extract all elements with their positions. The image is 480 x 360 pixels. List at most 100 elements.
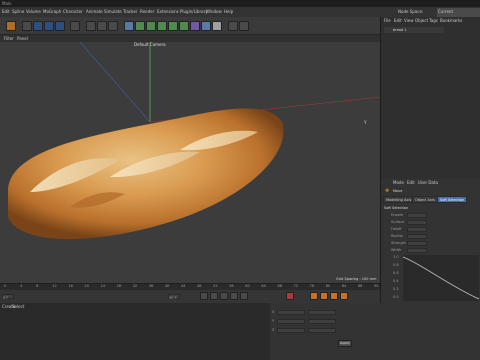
timeline-tick-label: 40 xyxy=(164,284,170,288)
am-user-data-menu[interactable]: User Data xyxy=(418,179,438,187)
coord-x-size[interactable] xyxy=(308,310,336,315)
coord-y-size[interactable] xyxy=(308,319,336,324)
timeline-tick-label: 24 xyxy=(100,284,105,288)
viewport-filter-menu[interactable]: Filter xyxy=(4,35,14,42)
scale-key-icon[interactable] xyxy=(340,292,348,300)
select-menu[interactable]: Select xyxy=(12,303,24,311)
tab-object-axis[interactable]: Object Axis xyxy=(412,196,438,203)
am-edit-menu[interactable]: Edit xyxy=(407,179,415,187)
menu-help[interactable]: Help xyxy=(224,7,233,17)
end-frame-field[interactable]: 90 F xyxy=(168,294,180,300)
next-key-icon[interactable] xyxy=(230,292,238,300)
menu-edit[interactable]: Edit xyxy=(2,7,10,17)
viewport[interactable]: Default Camera Y Grid Spacing : 100 mm xyxy=(0,42,380,283)
subdivision-icon[interactable] xyxy=(146,21,156,31)
timeline-tick-label: 84 xyxy=(341,284,347,288)
menu-tracker[interactable]: Tracker xyxy=(123,7,137,17)
go-to-start-icon[interactable] xyxy=(200,292,208,300)
graph-tick-label: 1.0 xyxy=(393,255,399,259)
enable-field[interactable] xyxy=(407,213,427,218)
undo-icon[interactable] xyxy=(22,21,32,31)
camera-icon[interactable] xyxy=(201,21,211,31)
viewport-menu: Filter Panel xyxy=(0,35,380,42)
menu-spline[interactable]: Spline xyxy=(12,7,24,17)
object-name[interactable]: bread 1 xyxy=(393,27,406,33)
om-bookmarks-menu[interactable]: Bookmarks xyxy=(440,17,462,25)
graph-tick-label: 0.6 xyxy=(393,271,399,275)
record-icon[interactable] xyxy=(286,292,294,300)
menu-character[interactable]: Character xyxy=(63,7,83,17)
om-edit-menu[interactable]: Edit xyxy=(394,17,402,25)
timeline-tick-label: 32 xyxy=(132,284,138,288)
coord-z-position[interactable] xyxy=(277,328,305,333)
timeline-tick-label: 52 xyxy=(213,284,218,288)
viewport-camera-label[interactable]: Default Camera xyxy=(134,42,166,47)
cloner-icon[interactable] xyxy=(157,21,167,31)
apply-button[interactable]: Apply xyxy=(338,340,352,347)
menu-extensions[interactable]: Extensions xyxy=(157,7,179,17)
timeline-tick-label: 0 xyxy=(4,284,7,288)
om-object-menu[interactable]: Object xyxy=(415,17,428,25)
title-bar: Main xyxy=(0,0,480,7)
position-key-icon[interactable] xyxy=(320,292,328,300)
menu-mograph[interactable]: MoGraph xyxy=(43,7,61,17)
coordinate-system-icon[interactable] xyxy=(70,21,80,31)
menu-animate[interactable]: Animate xyxy=(86,7,103,17)
menu-render[interactable]: Render xyxy=(140,7,154,17)
play-icon[interactable] xyxy=(220,292,228,300)
viewport-panel-menu[interactable]: Panel xyxy=(17,35,28,42)
attribute-manager: Mode Edit User Data ✥ Move Modelling Axi… xyxy=(380,179,480,303)
coord-z-size[interactable] xyxy=(308,328,336,333)
am-mode-menu[interactable]: Mode xyxy=(393,179,404,187)
field-label-strength: Strength xyxy=(391,241,407,245)
pen-icon[interactable] xyxy=(135,21,145,31)
x-axis-lock-icon[interactable] xyxy=(33,21,43,31)
timeline-tick-label: 28 xyxy=(116,284,122,288)
tab-soft-selection[interactable]: Soft Selection xyxy=(437,196,468,203)
previous-key-icon[interactable] xyxy=(210,292,218,300)
timeline-tick-label: 90 xyxy=(374,284,379,288)
menu-plugin-library[interactable]: Plugin/Library xyxy=(180,7,208,17)
object-row[interactable]: bread 1 xyxy=(384,27,444,33)
workplane-icon[interactable] xyxy=(239,21,249,31)
om-file-menu[interactable]: File xyxy=(384,17,391,25)
start-frame-field[interactable]: 0 F xyxy=(2,294,14,300)
window-title: Main xyxy=(2,1,12,6)
falloff-graph[interactable] xyxy=(403,255,479,301)
render-picture-viewer-icon[interactable] xyxy=(97,21,107,31)
render-view-icon[interactable] xyxy=(86,21,96,31)
coord-y-position[interactable] xyxy=(277,319,305,324)
radius-field[interactable] xyxy=(407,234,427,239)
timeline-tick-label: 20 xyxy=(84,284,89,288)
rotation-key-icon[interactable] xyxy=(330,292,338,300)
floor-icon[interactable] xyxy=(190,21,200,31)
field-icon[interactable] xyxy=(179,21,189,31)
om-tags-menu[interactable]: Tags xyxy=(429,17,438,25)
timeline-tick-label: 4 xyxy=(20,284,23,288)
menu-window[interactable]: Window xyxy=(206,7,222,17)
go-to-end-icon[interactable] xyxy=(240,292,248,300)
cube-icon[interactable] xyxy=(124,21,134,31)
render-settings-icon[interactable] xyxy=(108,21,118,31)
snap-icon[interactable] xyxy=(228,21,238,31)
move-tool-icon[interactable] xyxy=(6,21,16,31)
surface-field[interactable] xyxy=(407,220,427,225)
field-label-surface: Surface xyxy=(391,220,405,224)
z-axis-lock-icon[interactable] xyxy=(55,21,65,31)
keyframe-icon[interactable] xyxy=(310,292,318,300)
width-field[interactable] xyxy=(407,248,427,253)
coord-x-position[interactable] xyxy=(277,310,305,315)
timeline-tick-label: 48 xyxy=(197,284,202,288)
y-axis-lock-icon[interactable] xyxy=(44,21,54,31)
falloff-field[interactable] xyxy=(407,227,427,232)
menu-volume[interactable]: Volume xyxy=(26,7,41,17)
tab-modelling-axis[interactable]: Modelling Axis xyxy=(383,196,415,203)
menu-simulate[interactable]: Simulate xyxy=(104,7,122,17)
z-axis-line xyxy=(79,42,151,123)
coordinate-manager: X Y Z Apply xyxy=(272,310,352,350)
deformer-icon[interactable] xyxy=(168,21,178,31)
om-view-menu[interactable]: View xyxy=(404,17,414,25)
light-icon[interactable] xyxy=(212,21,222,31)
playback-bar: 0 F 90 F xyxy=(0,290,380,303)
strength-field[interactable] xyxy=(407,241,427,246)
